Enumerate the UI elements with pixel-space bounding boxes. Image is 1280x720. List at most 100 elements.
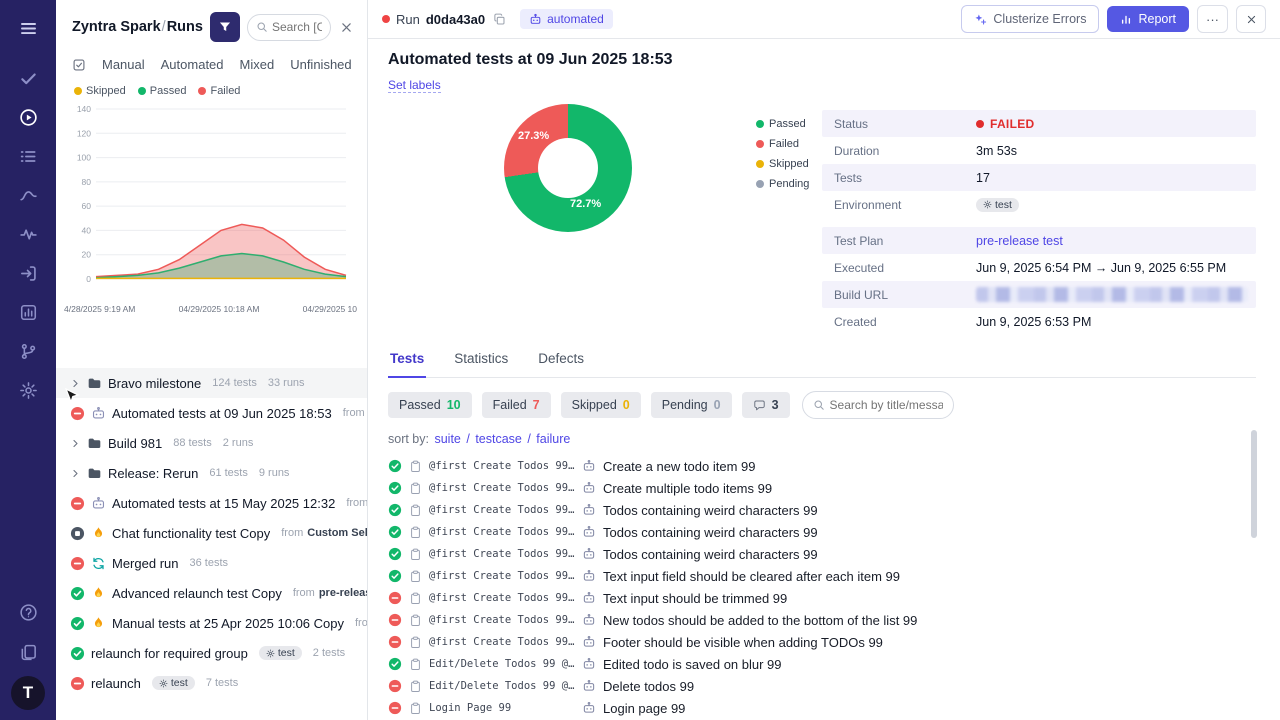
tree-item[interactable]: relaunchtest7 tests <box>56 668 367 698</box>
run-detail-panel: Run d0da43a0 automated Clusterize Errors… <box>368 0 1280 720</box>
clipboard-icon <box>409 636 422 649</box>
test-row[interactable]: @first Create Todos 99…Footer should be … <box>388 631 1256 653</box>
detail-value: Jun 9, 2025 6:54 PM → Jun 9, 2025 6:55 P… <box>976 261 1226 275</box>
minus-circle-icon <box>388 701 402 715</box>
runs-panel-close-button[interactable] <box>338 19 355 36</box>
test-row[interactable]: @first Create Todos 99…Text input field … <box>388 565 1256 587</box>
filter-count: 10 <box>447 398 461 412</box>
check-icon[interactable] <box>9 59 47 97</box>
clusterize-errors-button[interactable]: Clusterize Errors <box>961 5 1099 33</box>
check-circle-icon <box>388 657 402 671</box>
test-row[interactable]: Login Page 99Login page 99 <box>388 697 1256 719</box>
scrollbar-thumb[interactable] <box>1251 430 1257 538</box>
runs-tab-unfinished[interactable]: Unfinished <box>290 57 351 72</box>
tests-search-input[interactable] <box>830 398 943 412</box>
set-labels-link[interactable]: Set labels <box>388 78 441 93</box>
filter-count: 3 <box>772 398 779 412</box>
filter-label: Passed <box>399 398 441 412</box>
filter-pending-button[interactable]: Pending0 <box>651 392 732 418</box>
filter-passed-button[interactable]: Passed 10 <box>388 392 472 418</box>
test-row[interactable]: @first Create Todos 99…Create multiple t… <box>388 477 1256 499</box>
runs-search-input[interactable] <box>272 20 322 34</box>
chart-icon[interactable] <box>9 293 47 331</box>
tab-tests[interactable]: Tests <box>388 351 426 378</box>
tree-item[interactable]: Build 98188 tests2 runs <box>56 428 367 458</box>
legend-item-passed: Passed <box>756 118 809 130</box>
tree-item[interactable]: Bravo milestone124 tests33 runs <box>56 368 367 398</box>
sort-separator: / <box>524 432 534 446</box>
suite-name: Edit/Delete Todos 99 @… <box>429 680 575 692</box>
tree-item[interactable]: Chat functionality test CopyfromCustom S… <box>56 518 367 548</box>
test-title: Todos containing weird characters 99 <box>603 525 818 540</box>
menu-icon[interactable] <box>9 9 47 47</box>
run-status-dot <box>382 15 390 23</box>
help-icon[interactable] <box>9 593 47 631</box>
sort-by-suite[interactable]: suite <box>434 432 460 446</box>
runs-tab-manual[interactable]: Manual <box>102 57 145 72</box>
more-options-button[interactable]: ··· <box>1197 5 1228 33</box>
run-meta: 61 tests <box>209 467 248 479</box>
tab-statistics[interactable]: Statistics <box>452 351 510 377</box>
tree-item[interactable]: Manual tests at 25 Apr 2025 10:06 Copyfr… <box>56 608 367 638</box>
run-title-heading: Automated tests at 09 Jun 2025 18:53 <box>388 51 1256 69</box>
runs-tab-automated[interactable]: Automated <box>161 57 224 72</box>
tree-item[interactable]: Advanced relaunch test Copyfrompre-relea… <box>56 578 367 608</box>
test-row[interactable]: @first Create Todos 99…New todos should … <box>388 609 1256 631</box>
pulse-icon[interactable] <box>9 215 47 253</box>
test-row[interactable]: @first Create Todos 99…Todos containing … <box>388 499 1256 521</box>
app-logo[interactable]: T <box>11 676 45 710</box>
legend-item-failed: Failed <box>198 85 240 97</box>
filter-comments-button[interactable]: 3 <box>742 392 790 418</box>
tree-item[interactable]: relaunch for required grouptest2 tests <box>56 638 367 668</box>
sort-by-testcase[interactable]: testcase <box>475 432 522 446</box>
filter-failed-button[interactable]: Failed7 <box>482 392 551 418</box>
test-row[interactable]: @first Create Todos 99…Todos containing … <box>388 543 1256 565</box>
branch-icon[interactable] <box>9 332 47 370</box>
gear-icon[interactable] <box>9 371 47 409</box>
detail-value <box>976 287 1248 302</box>
check-circle-icon <box>388 569 402 583</box>
minus-circle-icon <box>70 496 85 511</box>
tree-item[interactable]: Release: Rerun61 tests9 runs <box>56 458 367 488</box>
tasks-icon[interactable] <box>9 137 47 175</box>
project-name[interactable]: Zyntra Spark <box>72 19 161 35</box>
pages-icon[interactable] <box>9 633 47 671</box>
trend-svg: 020406080100120140 <box>62 101 352 297</box>
test-title: Footer should be visible when adding TOD… <box>603 635 883 650</box>
clusterize-errors-label: Clusterize Errors <box>993 12 1086 26</box>
report-chart-icon <box>1120 13 1132 25</box>
close-run-button[interactable] <box>1236 5 1266 33</box>
export-icon[interactable] <box>9 254 47 292</box>
filter-button[interactable] <box>210 12 240 42</box>
minus-circle-icon <box>388 613 402 627</box>
clipboard-icon <box>409 592 422 605</box>
tree-item[interactable]: Automated tests at 15 May 2025 12:32from… <box>56 488 367 518</box>
sort-by-failure[interactable]: failure <box>536 432 570 446</box>
detail-value: FAILED <box>976 117 1034 131</box>
detail-row-test-plan: Test Planpre-release test <box>822 227 1256 254</box>
section-name[interactable]: Runs <box>167 19 203 35</box>
test-row[interactable]: @first Create Todos 99…Todos containing … <box>388 521 1256 543</box>
test-row[interactable]: Edit/Delete Todos 99 @…Delete todos 99 <box>388 675 1256 697</box>
detail-label: Build URL <box>834 288 976 302</box>
x-tick: 04/29/2025 10:18 AM <box>179 304 260 314</box>
trend-icon[interactable] <box>9 176 47 214</box>
copy-run-id-button[interactable] <box>491 11 508 28</box>
test-row[interactable]: Edit/Delete Todos 99 @…Edited todo is sa… <box>388 653 1256 675</box>
test-row[interactable]: @first Create Todos 99…Text input should… <box>388 587 1256 609</box>
test-plan-link[interactable]: pre-release test <box>976 234 1063 248</box>
chevron-right-icon <box>70 468 81 479</box>
play-icon[interactable] <box>9 98 47 136</box>
tests-list: @first Create Todos 99…Create a new todo… <box>388 455 1256 720</box>
filter-skipped-button[interactable]: Skipped0 <box>561 392 641 418</box>
test-row[interactable]: @first Create Todos 99…Create a new todo… <box>388 455 1256 477</box>
sort-separator: / <box>463 432 473 446</box>
tab-defects[interactable]: Defects <box>536 351 586 377</box>
check-circle-icon <box>70 586 85 601</box>
report-button[interactable]: Report <box>1107 6 1189 32</box>
tree-item[interactable]: Merged run36 tests <box>56 548 367 578</box>
runs-tab-mixed[interactable]: Mixed <box>240 57 275 72</box>
trend-legend: SkippedPassedFailed <box>62 83 357 101</box>
tree-item[interactable]: Automated tests at 09 Jun 2025 18:53from… <box>56 398 367 428</box>
robot-icon <box>582 503 596 517</box>
